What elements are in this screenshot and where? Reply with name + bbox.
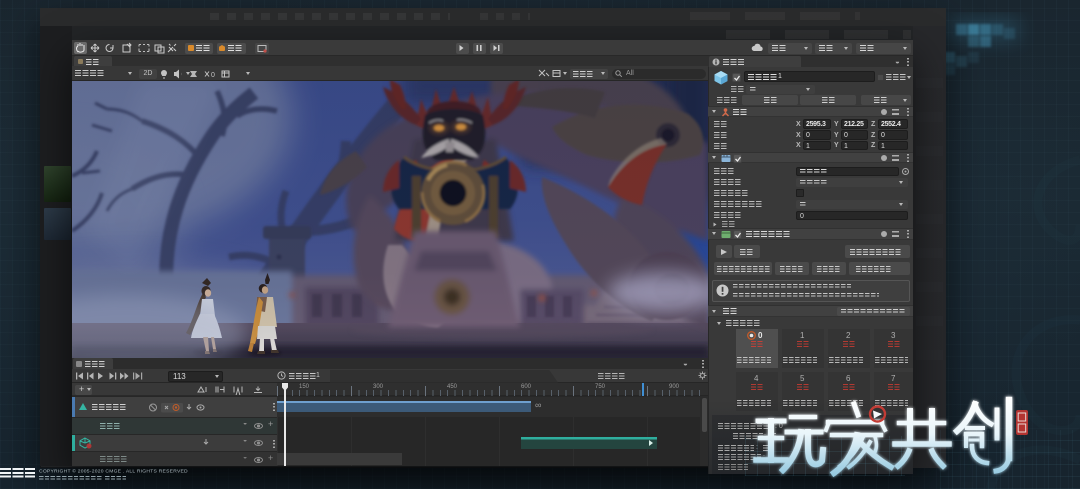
svg-text:0: 0	[211, 72, 215, 79]
